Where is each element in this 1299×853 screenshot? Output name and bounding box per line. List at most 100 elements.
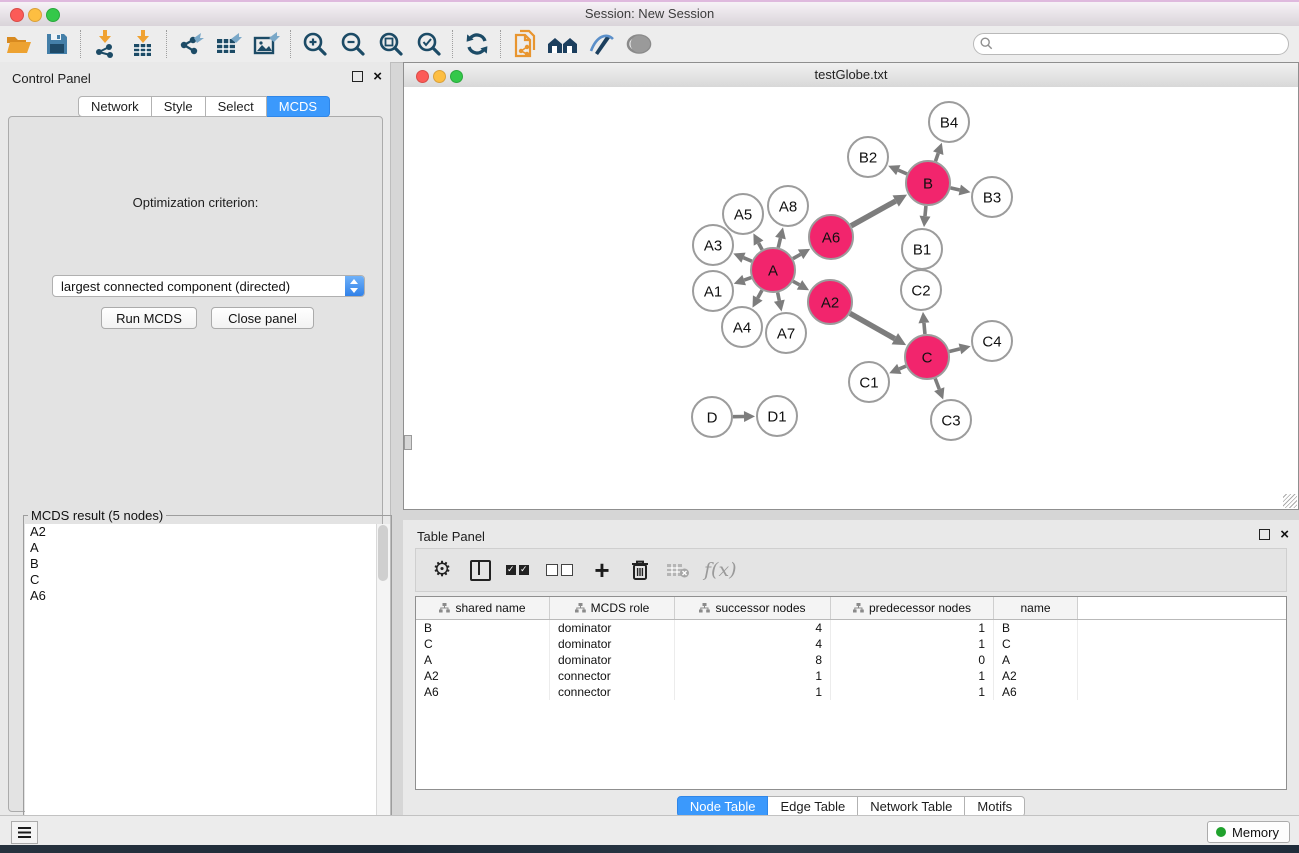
table-tab-network-table[interactable]: Network Table bbox=[858, 796, 965, 817]
table-tab-edge-table[interactable]: Edge Table bbox=[768, 796, 858, 817]
window-resize-grip[interactable] bbox=[1283, 494, 1297, 508]
show-columns-button[interactable] bbox=[468, 556, 492, 584]
table-cell[interactable]: connector bbox=[550, 684, 675, 700]
table-cell[interactable]: A bbox=[416, 652, 550, 668]
result-scrollbar-thumb[interactable] bbox=[378, 525, 388, 581]
column-header-predecessor-nodes[interactable]: predecessor nodes bbox=[831, 597, 994, 619]
graph-edge[interactable] bbox=[850, 313, 895, 338]
create-column-button[interactable]: + bbox=[590, 556, 614, 584]
graph-edge[interactable] bbox=[743, 258, 751, 261]
criterion-select[interactable]: largest connected component (directed) bbox=[52, 275, 365, 297]
import-network-button[interactable] bbox=[86, 29, 124, 59]
float-table-panel-icon[interactable] bbox=[1259, 529, 1270, 540]
refresh-view-button[interactable] bbox=[458, 29, 496, 59]
open-session-button[interactable] bbox=[0, 29, 38, 59]
table-cell[interactable]: B bbox=[994, 620, 1078, 636]
table-row[interactable]: Adominator80A bbox=[416, 652, 1286, 668]
result-scrollbar[interactable] bbox=[376, 524, 390, 853]
graph-edge[interactable] bbox=[924, 323, 925, 334]
birdseye-handle[interactable] bbox=[404, 435, 412, 450]
graph-edge[interactable] bbox=[935, 153, 938, 161]
zoom-in-button[interactable] bbox=[296, 29, 334, 59]
graph-node-C[interactable]: C bbox=[905, 335, 949, 379]
network-window-titlebar[interactable]: testGlobe.txt bbox=[404, 63, 1298, 88]
control-tab-network[interactable]: Network bbox=[78, 96, 152, 117]
table-tab-motifs[interactable]: Motifs bbox=[965, 796, 1025, 817]
graph-node-A7[interactable]: A7 bbox=[766, 313, 806, 353]
mcds-result-item[interactable]: C bbox=[25, 572, 377, 588]
graph-node-A2[interactable]: A2 bbox=[808, 280, 852, 324]
graph-edge[interactable] bbox=[925, 206, 926, 216]
graph-edge[interactable] bbox=[935, 378, 939, 389]
close-panel-button[interactable]: Close panel bbox=[211, 307, 314, 329]
graph-edge[interactable] bbox=[744, 278, 751, 281]
graph-edge[interactable] bbox=[778, 293, 780, 301]
graph-node-B3[interactable]: B3 bbox=[972, 177, 1012, 217]
table-cell[interactable]: dominator bbox=[550, 636, 675, 652]
graph-edge[interactable] bbox=[851, 201, 896, 226]
task-history-button[interactable] bbox=[11, 821, 38, 844]
graph-node-D[interactable]: D bbox=[692, 397, 732, 437]
graph-node-A8[interactable]: A8 bbox=[768, 186, 808, 226]
export-table-button[interactable] bbox=[210, 29, 248, 59]
graph-node-A5[interactable]: A5 bbox=[723, 194, 763, 234]
table-cell[interactable]: A6 bbox=[994, 684, 1078, 700]
graph-node-A4[interactable]: A4 bbox=[722, 307, 762, 347]
graph-node-C2[interactable]: C2 bbox=[901, 270, 941, 310]
table-cell[interactable]: B bbox=[416, 620, 550, 636]
table-cell[interactable]: dominator bbox=[550, 620, 675, 636]
show-eye-button[interactable] bbox=[620, 29, 658, 59]
graph-edge[interactable] bbox=[793, 254, 801, 258]
mcds-result-item[interactable]: B bbox=[25, 556, 377, 572]
graph-edge[interactable] bbox=[793, 281, 799, 285]
graph-edge[interactable] bbox=[899, 366, 906, 369]
zoom-fit-button[interactable] bbox=[372, 29, 410, 59]
table-cell[interactable]: 4 bbox=[675, 636, 831, 652]
search-input[interactable] bbox=[973, 33, 1289, 55]
import-table-button[interactable] bbox=[124, 29, 162, 59]
graph-node-A[interactable]: A bbox=[751, 248, 795, 292]
float-panel-icon[interactable] bbox=[352, 71, 363, 82]
export-image-button[interactable] bbox=[248, 29, 286, 59]
column-header-name[interactable]: name bbox=[994, 597, 1078, 619]
table-cell[interactable]: 4 bbox=[675, 620, 831, 636]
graph-edge[interactable] bbox=[758, 290, 762, 298]
control-tab-mcds[interactable]: MCDS bbox=[267, 96, 330, 117]
table-cell[interactable]: A2 bbox=[994, 668, 1078, 684]
hide-graphics-details-button[interactable] bbox=[582, 29, 620, 59]
graph-node-B1[interactable]: B1 bbox=[902, 229, 942, 269]
graph-node-D1[interactable]: D1 bbox=[757, 396, 797, 436]
graph-edge[interactable] bbox=[949, 349, 960, 352]
graph-node-A6[interactable]: A6 bbox=[809, 215, 853, 259]
table-cell[interactable]: 1 bbox=[831, 620, 994, 636]
save-session-button[interactable] bbox=[38, 29, 76, 59]
unselect-all-columns-button[interactable] bbox=[546, 556, 576, 584]
column-header-successor-nodes[interactable]: successor nodes bbox=[675, 597, 831, 619]
graph-node-B[interactable]: B bbox=[906, 161, 950, 205]
table-cell[interactable]: 8 bbox=[675, 652, 831, 668]
table-cell[interactable]: A bbox=[994, 652, 1078, 668]
memory-button[interactable]: Memory bbox=[1207, 821, 1290, 843]
new-network-from-selection-button[interactable] bbox=[506, 29, 544, 59]
graph-edge[interactable] bbox=[759, 243, 763, 250]
table-tab-node-table[interactable]: Node Table bbox=[677, 796, 769, 817]
run-mcds-button[interactable]: Run MCDS bbox=[101, 307, 197, 329]
table-cell[interactable]: dominator bbox=[550, 652, 675, 668]
table-settings-button[interactable]: ⚙ bbox=[430, 556, 454, 584]
graph-edge[interactable] bbox=[898, 170, 907, 174]
mcds-result-list[interactable]: A2ABCA6 bbox=[25, 524, 377, 853]
graph-edge[interactable] bbox=[950, 188, 959, 190]
table-cell[interactable]: connector bbox=[550, 668, 675, 684]
graph-node-C3[interactable]: C3 bbox=[931, 400, 971, 440]
open-cybrowser-button[interactable] bbox=[544, 29, 582, 59]
table-cell[interactable]: 1 bbox=[831, 668, 994, 684]
table-cell[interactable]: A2 bbox=[416, 668, 550, 684]
zoom-selected-button[interactable] bbox=[410, 29, 448, 59]
table-cell[interactable]: C bbox=[994, 636, 1078, 652]
network-canvas[interactable]: AA6A2BCA1A3A4A5A7A8B1B2B3B4C1C2C3C4DD1 bbox=[404, 87, 1298, 509]
select-all-columns-button[interactable] bbox=[506, 556, 532, 584]
control-tab-select[interactable]: Select bbox=[206, 96, 267, 117]
table-cell[interactable]: 1 bbox=[831, 636, 994, 652]
graph-node-B4[interactable]: B4 bbox=[929, 102, 969, 142]
zoom-out-button[interactable] bbox=[334, 29, 372, 59]
